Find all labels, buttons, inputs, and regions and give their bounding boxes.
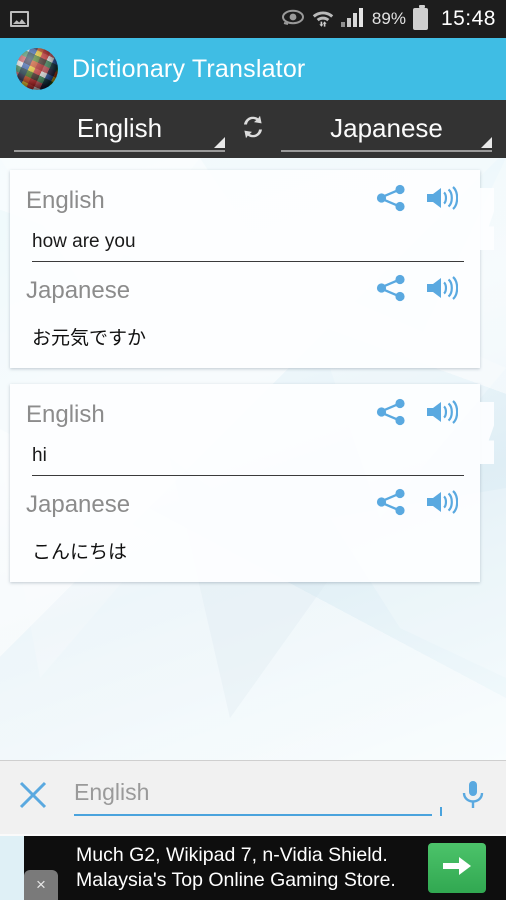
- speaker-icon[interactable]: [424, 184, 459, 217]
- card-target-language-label: Japanese: [26, 276, 131, 304]
- input-underline: [74, 814, 432, 816]
- card-target-language-label: Japanese: [26, 490, 131, 518]
- share-icon[interactable]: [376, 274, 406, 307]
- battery-icon: [412, 5, 428, 30]
- language-bar: English Japanese: [0, 100, 506, 158]
- card-source-text: how are you: [32, 231, 136, 252]
- share-icon[interactable]: [376, 488, 406, 521]
- card-source-actions: [376, 398, 464, 431]
- status-bar-right: 89% 15:48: [281, 5, 496, 32]
- source-language-label: English: [76, 112, 163, 143]
- card-source-header: English: [26, 398, 464, 431]
- target-language-spinner[interactable]: Japanese: [281, 106, 492, 152]
- translation-card[interactable]: English: [10, 170, 480, 368]
- app-root: 89% 15:48 Dictionary Translator English …: [0, 0, 506, 900]
- app-bar: Dictionary Translator: [0, 38, 506, 100]
- translate-input-bar: English: [0, 760, 506, 834]
- card-source-language-label: English: [26, 186, 105, 214]
- dropdown-triangle-icon: [481, 137, 492, 148]
- ad-line-2: Malaysia's Top Online Gaming Store.: [76, 869, 396, 891]
- clear-input-button[interactable]: [16, 780, 50, 815]
- signal-bars-icon: [340, 7, 365, 32]
- search-input-placeholder: English: [74, 779, 150, 805]
- dropdown-triangle-icon: [214, 137, 225, 148]
- ad-close-button[interactable]: ×: [24, 870, 58, 900]
- card-source-actions: [376, 184, 464, 217]
- ad-line-1: Much G2, Wikipad 7, n-Vidia Shield.: [76, 844, 388, 866]
- share-icon[interactable]: [376, 184, 406, 217]
- voice-input-button[interactable]: [456, 779, 490, 816]
- ad-left-strip: [0, 836, 24, 900]
- swap-languages-icon: [236, 110, 270, 149]
- card-target-header: Japanese: [26, 274, 464, 307]
- ad-cta-button[interactable]: [428, 843, 486, 893]
- microphone-icon: [460, 779, 486, 816]
- arrow-right-icon: [441, 853, 473, 884]
- source-language-spinner[interactable]: English: [14, 106, 225, 152]
- wifi-icon: [312, 7, 334, 32]
- page-title: Dictionary Translator: [72, 54, 306, 83]
- image-icon: [10, 11, 29, 27]
- speaker-icon[interactable]: [424, 274, 459, 307]
- speaker-icon[interactable]: [424, 398, 459, 431]
- battery-percent-label: 89%: [371, 9, 406, 28]
- card-target-actions: [376, 274, 464, 307]
- card-target-text: こんにちは: [32, 542, 128, 563]
- card-source-language-label: English: [26, 400, 105, 428]
- ad-banner[interactable]: Much G2, Wikipad 7, n-Vidia Shield. Mala…: [0, 834, 506, 900]
- translation-card[interactable]: English: [10, 384, 480, 582]
- translation-history-list[interactable]: English how are you Japanese お元気ですか Engl…: [0, 158, 506, 760]
- smart-stay-eye-icon: [281, 9, 305, 30]
- speaker-icon[interactable]: [424, 488, 459, 521]
- card-target-actions: [376, 488, 464, 521]
- flags-globe-logo: [16, 48, 58, 90]
- target-language-label: Japanese: [330, 112, 443, 143]
- share-icon[interactable]: [376, 398, 406, 431]
- swap-languages-button[interactable]: [231, 110, 275, 149]
- status-bar-left: [10, 11, 282, 27]
- card-source-text: hi: [32, 445, 47, 466]
- clock-label: 15:48: [440, 7, 496, 30]
- close-x-icon: [18, 780, 48, 815]
- ad-text: Much G2, Wikipad 7, n-Vidia Shield. Mala…: [76, 843, 428, 893]
- status-bar: 89% 15:48: [0, 0, 506, 38]
- card-target-text: お元気ですか: [32, 328, 147, 349]
- search-input[interactable]: English: [64, 779, 442, 816]
- card-divider: [32, 261, 464, 262]
- card-source-header: English: [26, 184, 464, 217]
- card-divider: [32, 475, 464, 476]
- card-target-header: Japanese: [26, 488, 464, 521]
